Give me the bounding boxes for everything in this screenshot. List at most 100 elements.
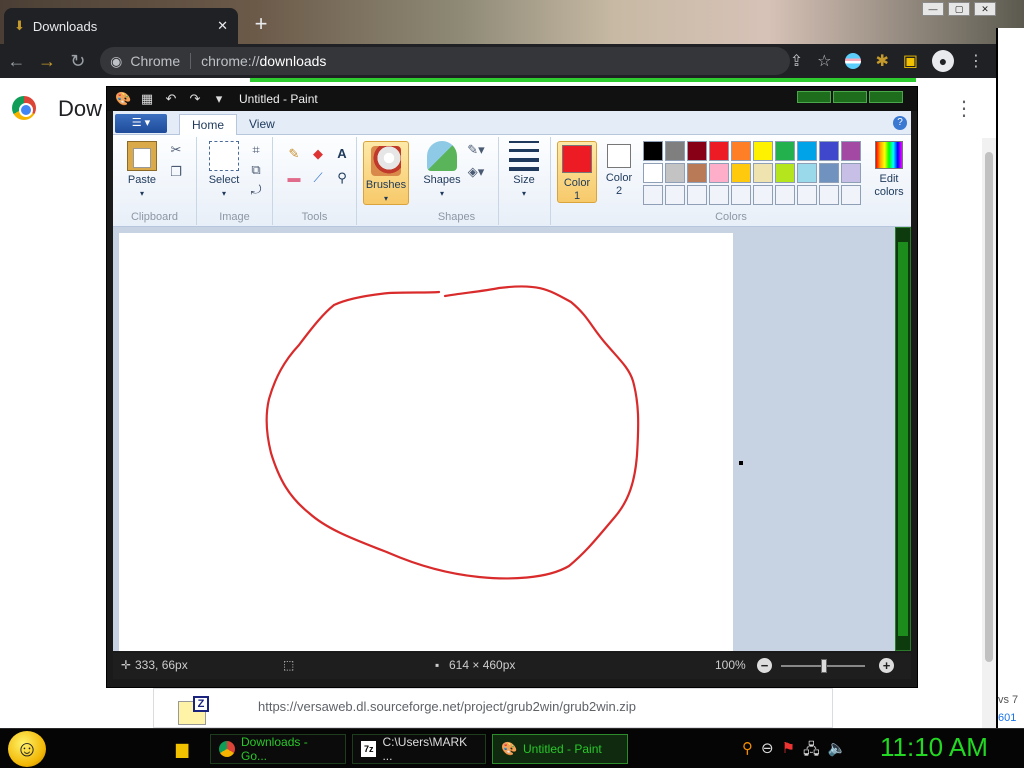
taskbar-item-paint[interactable]: 🎨 Untitled - Paint [492,734,628,764]
help-icon[interactable]: ? [893,116,907,130]
eraser-icon[interactable]: ▬ [285,169,303,187]
minimize-button[interactable]: — [922,2,944,16]
taskbar-item-chrome[interactable]: Downloads - Go... [210,734,346,764]
fill-shape-icon[interactable]: ◈▾ [467,163,485,181]
crop-icon[interactable]: ⌗ [247,141,265,159]
canvas-scroll-thumb[interactable] [898,242,908,636]
taskbar-item-7zip[interactable]: 7z C:\Users\MARK ... [352,734,486,764]
paint-minimize-button[interactable] [797,91,831,103]
volume-icon[interactable]: 🔈 [828,739,847,764]
magnifier-icon[interactable]: ⚲ [333,169,351,187]
palette-swatch[interactable] [731,185,751,205]
search-icon[interactable]: ⚲ [742,739,753,764]
palette-swatch[interactable] [643,185,663,205]
color1-button[interactable]: Color 1 [557,141,597,203]
select-button[interactable]: Select ▾ [203,141,245,200]
copy-icon[interactable]: ❐ [167,163,185,181]
paint-menu-button[interactable]: ☰ ▾ [115,114,167,133]
zoom-slider[interactable] [781,659,865,673]
palette-swatch[interactable] [841,141,861,161]
customize-toolbar-icon[interactable]: ▾ [211,91,227,107]
color-picker-icon[interactable]: ⟋ [309,169,327,187]
network-icon[interactable]: 🖧 [803,739,820,764]
tab-close-icon[interactable]: ✕ [217,18,228,34]
palette-swatch[interactable] [709,163,729,183]
palette-swatch[interactable] [797,163,817,183]
palette-swatch[interactable] [665,185,685,205]
paint-maximize-button[interactable] [833,91,867,103]
zoom-out-button[interactable]: − [757,658,772,673]
size-button[interactable]: Size ▾ [503,141,545,200]
more-options-icon[interactable]: ⋮ [954,96,974,121]
share-icon[interactable]: ⇪ [790,51,803,71]
canvas-resize-handle[interactable] [739,461,743,465]
profile-avatar-icon[interactable]: ● [932,50,955,72]
action-center-flag-icon[interactable]: ⚑ [782,739,795,764]
taskbar-clock[interactable]: 11:10 AM [880,732,988,763]
download-url-link[interactable]: https://versaweb.dl.sourceforge.net/proj… [258,699,636,714]
redo-icon[interactable]: ↷ [187,91,203,107]
palette-swatch[interactable] [819,163,839,183]
palette-swatch[interactable] [643,141,663,161]
palette-swatch[interactable] [665,163,685,183]
chrome-menu-icon[interactable]: ⋮ [968,51,984,71]
fill-icon[interactable]: ◆ [309,145,327,163]
side-panel-icon[interactable]: ▣ [903,51,918,71]
zoom-in-button[interactable]: + [879,658,894,673]
color2-button[interactable]: Color 2 [599,141,639,203]
minus-circle-icon[interactable]: ⊖ [761,739,774,764]
resize-icon[interactable]: ⧉ [247,161,265,179]
palette-swatch[interactable] [775,185,795,205]
palette-swatch[interactable] [731,141,751,161]
palette-swatch[interactable] [731,163,751,183]
palette-swatch[interactable] [753,185,773,205]
palette-swatch[interactable] [841,163,861,183]
edit-colors-button[interactable]: Edit colors [871,141,907,199]
palette-swatch[interactable] [709,141,729,161]
shapes-button[interactable]: Shapes ▾ [419,141,465,200]
zoom-slider-thumb[interactable] [821,659,827,673]
puzzle-extensions-icon[interactable]: ✱ [875,51,888,71]
save-icon[interactable]: ▦ [139,91,155,107]
palette-swatch[interactable] [819,141,839,161]
palette-swatch[interactable] [841,185,861,205]
flag-extension-icon[interactable] [845,53,862,69]
page-scrollbar[interactable] [982,138,996,728]
palette-swatch[interactable] [819,185,839,205]
paint-close-button[interactable] [869,91,903,103]
scrollbar-thumb[interactable] [985,152,993,662]
palette-swatch[interactable] [797,185,817,205]
start-button-smiley-icon[interactable]: ☺ [8,731,46,767]
palette-swatch[interactable] [665,141,685,161]
palette-swatch[interactable] [687,141,707,161]
browser-tab-downloads[interactable]: ⬇ Downloads ✕ [4,8,238,44]
brushes-button[interactable]: Brushes ▾ [363,141,409,205]
reload-icon[interactable]: ↻ [63,46,92,76]
close-button[interactable]: ✕ [974,2,996,16]
maximize-button[interactable]: ▢ [948,2,970,16]
palette-swatch[interactable] [775,141,795,161]
tab-view[interactable]: View [237,114,287,135]
cut-icon[interactable]: ✂ [167,141,185,159]
text-icon[interactable]: A [333,145,351,163]
tab-home[interactable]: Home [179,114,238,135]
palette-swatch[interactable] [753,163,773,183]
bookmark-star-icon[interactable]: ☆ [817,51,831,71]
canvas-vertical-scrollbar[interactable] [895,227,911,651]
palette-swatch[interactable] [687,185,707,205]
palette-swatch[interactable] [687,163,707,183]
address-bar[interactable]: ◉ Chrome chrome://downloads [100,47,790,75]
undo-icon[interactable]: ↶ [163,91,179,107]
palette-swatch[interactable] [709,185,729,205]
back-icon[interactable]: ← [2,46,31,76]
palette-swatch[interactable] [753,141,773,161]
new-tab-button[interactable]: + [248,12,274,38]
palette-swatch[interactable] [797,141,817,161]
forward-icon[interactable]: → [33,46,62,76]
palette-swatch[interactable] [775,163,795,183]
outline-icon[interactable]: ✎▾ [467,141,485,159]
file-explorer-icon[interactable]: ▆ [176,739,188,759]
rotate-icon[interactable]: ⤾ [247,181,265,199]
palette-swatch[interactable] [643,163,663,183]
drawing-canvas[interactable] [119,233,733,651]
